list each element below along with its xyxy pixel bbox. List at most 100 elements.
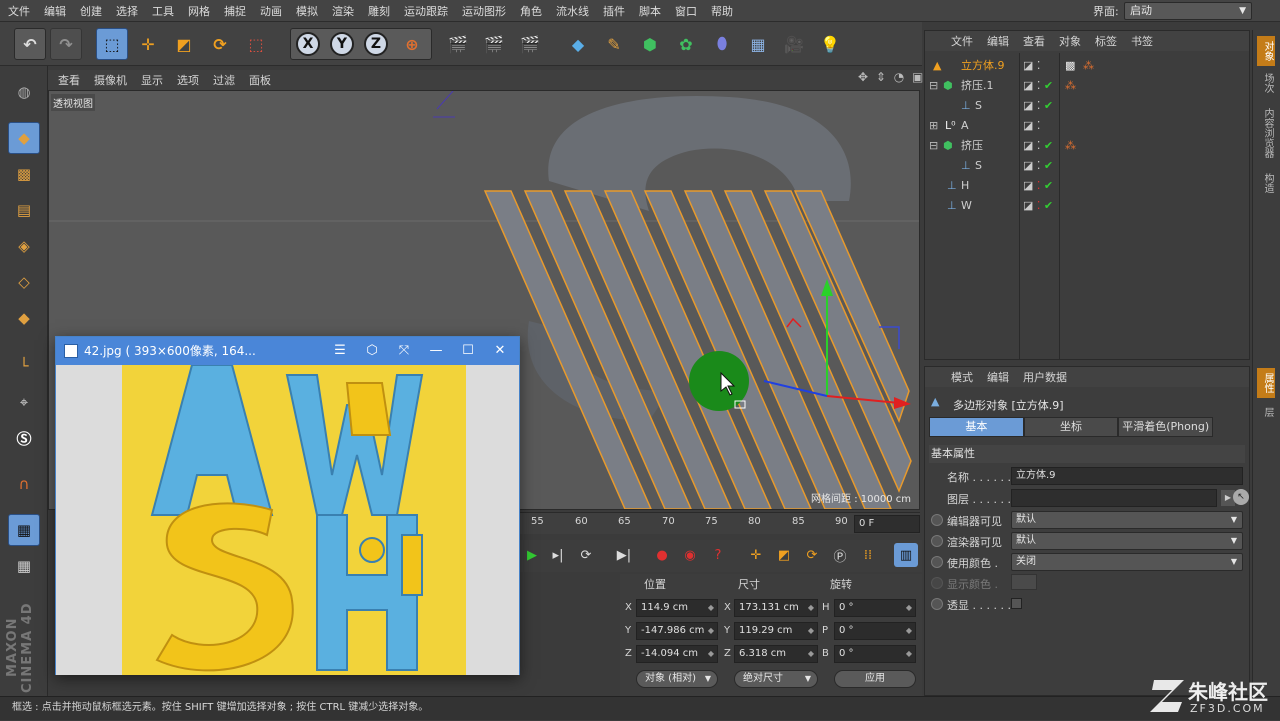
- scale-tool-button[interactable]: ◩: [168, 28, 200, 60]
- camera-button[interactable]: 🎥: [778, 28, 810, 60]
- coordinate-system-button[interactable]: ⊕: [396, 28, 428, 60]
- size-x-field[interactable]: 173.131 cm ◆: [734, 599, 818, 617]
- key-pla-button[interactable]: ⁞⁞: [856, 543, 880, 567]
- menu-animate[interactable]: 动画: [260, 3, 282, 19]
- am-menu-mode[interactable]: 模式: [951, 369, 973, 385]
- tab-objects-vertical[interactable]: 对象: [1257, 36, 1275, 66]
- viewport-menu-panel[interactable]: 面板: [249, 72, 271, 88]
- floor-button[interactable]: ▦: [742, 28, 774, 60]
- render-visible-select[interactable]: 默认 ▼: [1011, 532, 1243, 550]
- apply-button[interactable]: 应用: [834, 670, 916, 688]
- menu-icon[interactable]: ☰: [324, 337, 356, 365]
- pos-x-field[interactable]: 114.9 cm ◆: [636, 599, 718, 617]
- loop-button[interactable]: ⟳: [574, 543, 598, 567]
- tab-phong[interactable]: 平滑着色(Phong): [1118, 417, 1214, 437]
- expand-icon[interactable]: ⊞: [929, 119, 938, 132]
- tab-takes-vertical[interactable]: 场次: [1257, 68, 1275, 98]
- object-row-s2[interactable]: ⊥ S ◪ ⁚ ✔: [925, 155, 1249, 175]
- record-keys-button[interactable]: ●: [650, 543, 674, 567]
- menu-help[interactable]: 帮助: [711, 3, 733, 19]
- menu-file[interactable]: 文件: [8, 3, 30, 19]
- visibility-toggle-icon[interactable]: ◪ ⁚ ✔: [1023, 179, 1053, 192]
- object-row-w[interactable]: ⊥ W ◪ ⁚ ✔: [925, 195, 1249, 215]
- key-parameter-button[interactable]: Ⓟ: [828, 543, 852, 567]
- undo-button[interactable]: ↶: [14, 28, 46, 60]
- maximize-icon[interactable]: ☐: [452, 337, 484, 365]
- visibility-toggle-icon[interactable]: ◪ ⁚ ✔: [1023, 159, 1053, 172]
- planar-workplane-button[interactable]: ▦: [8, 550, 40, 582]
- pos-y-field[interactable]: -147.986 cm ◆: [636, 622, 718, 640]
- tab-attributes-vertical[interactable]: 属性: [1257, 368, 1275, 398]
- menu-snap[interactable]: 捕捉: [224, 3, 246, 19]
- name-field[interactable]: 立方体.9: [1011, 467, 1243, 485]
- animation-radio[interactable]: [931, 556, 943, 568]
- animation-radio[interactable]: [931, 535, 943, 547]
- menu-mograph[interactable]: 运动图形: [462, 3, 506, 19]
- move-tool-button[interactable]: ✛: [132, 28, 164, 60]
- menu-render[interactable]: 渲染: [332, 3, 354, 19]
- layer-field[interactable]: [1011, 489, 1217, 507]
- use-color-select[interactable]: 关闭 ▼: [1011, 553, 1243, 571]
- xray-checkbox[interactable]: [1011, 598, 1022, 609]
- render-to-picture-viewer-button[interactable]: 🎬: [478, 28, 510, 60]
- edges-mode-button[interactable]: ◇: [8, 266, 40, 298]
- magnet-button[interactable]: ∩: [8, 468, 40, 500]
- pin-icon[interactable]: ⬡: [356, 337, 388, 365]
- menu-edit[interactable]: 编辑: [44, 3, 66, 19]
- object-row-s[interactable]: ⊥ S ◪ ⁚ ✔: [925, 95, 1249, 115]
- tab-structure-vertical[interactable]: 构造: [1257, 168, 1275, 198]
- auto-key-button[interactable]: ◉: [678, 543, 702, 567]
- recent-tool-button[interactable]: ⬚: [240, 28, 272, 60]
- am-menu-user-data[interactable]: 用户数据: [1023, 369, 1067, 385]
- cube-object-button[interactable]: ◆: [562, 28, 594, 60]
- fullscreen-icon[interactable]: ⤧: [388, 337, 420, 365]
- points-mode-button[interactable]: ◈: [8, 230, 40, 262]
- key-rotation-button[interactable]: ⟳: [800, 543, 824, 567]
- tweak-mode-button[interactable]: ⌖: [8, 386, 40, 418]
- subdivision-button[interactable]: ⬢: [634, 28, 666, 60]
- live-selection-button[interactable]: ⬚: [96, 28, 128, 60]
- viewport-nav-controls[interactable]: ✥ ⇕ ◔ ▣: [858, 70, 925, 84]
- animation-radio[interactable]: [931, 598, 943, 610]
- coords-size-select[interactable]: 绝对尺寸 ▼: [734, 670, 818, 688]
- polygons-mode-button[interactable]: ◆: [8, 302, 40, 334]
- object-row-extrude[interactable]: ⊟ ⬢ 挤压 ◪ ⁚ ✔ ⁂: [925, 135, 1249, 155]
- menu-motion-tracking[interactable]: 运动跟踪: [404, 3, 448, 19]
- layout-select[interactable]: 启动 ▼: [1124, 2, 1252, 20]
- play-button[interactable]: ▶: [520, 543, 544, 567]
- menu-tools[interactable]: 工具: [152, 3, 174, 19]
- menu-window[interactable]: 窗口: [675, 3, 697, 19]
- viewport-menu-display[interactable]: 显示: [141, 72, 163, 88]
- close-icon[interactable]: ✕: [484, 337, 516, 365]
- viewport-menu-camera[interactable]: 摄像机: [94, 72, 127, 88]
- expand-icon[interactable]: ⊟: [929, 139, 938, 152]
- visibility-toggle-icon[interactable]: ◪ ⁚: [1023, 119, 1040, 132]
- visibility-toggle-icon[interactable]: ◪ ⁚ ✔: [1023, 139, 1053, 152]
- viewport-menu-view[interactable]: 查看: [58, 72, 80, 88]
- rot-h-field[interactable]: 0 ° ◆: [834, 599, 916, 617]
- snap-button[interactable]: Ⓢ: [8, 422, 40, 454]
- key-position-button[interactable]: ✛: [744, 543, 768, 567]
- menu-sculpt[interactable]: 雕刻: [368, 3, 390, 19]
- render-view-button[interactable]: 🎬: [442, 28, 474, 60]
- z-axis-lock-button[interactable]: Z: [360, 28, 392, 60]
- visibility-toggle-icon[interactable]: ◪ ⁚: [1023, 59, 1040, 72]
- rot-b-field[interactable]: 0 ° ◆: [834, 645, 916, 663]
- menu-script[interactable]: 脚本: [639, 3, 661, 19]
- menu-mesh[interactable]: 网格: [188, 3, 210, 19]
- om-menu-view[interactable]: 查看: [1023, 33, 1045, 49]
- om-menu-tags[interactable]: 标签: [1095, 33, 1117, 49]
- make-editable-button[interactable]: ◍: [8, 76, 40, 108]
- cloner-button[interactable]: ✿: [670, 28, 702, 60]
- visibility-toggle-icon[interactable]: ◪ ⁚ ✔: [1023, 199, 1053, 212]
- redo-button[interactable]: ↷: [50, 28, 82, 60]
- visibility-toggle-icon[interactable]: ◪ ⁚ ✔: [1023, 99, 1053, 112]
- light-button[interactable]: 💡: [814, 28, 846, 60]
- workplane-mode-button[interactable]: ▤: [8, 194, 40, 226]
- size-z-field[interactable]: 6.318 cm ◆: [734, 645, 818, 663]
- menu-plugins[interactable]: 插件: [603, 3, 625, 19]
- object-row-a[interactable]: ⊞ L⁰ A ◪ ⁚: [925, 115, 1249, 135]
- object-row-h[interactable]: ⊥ H ◪ ⁚ ✔: [925, 175, 1249, 195]
- axis-mode-button[interactable]: └: [8, 350, 40, 382]
- goto-end-button[interactable]: ▶|: [612, 543, 636, 567]
